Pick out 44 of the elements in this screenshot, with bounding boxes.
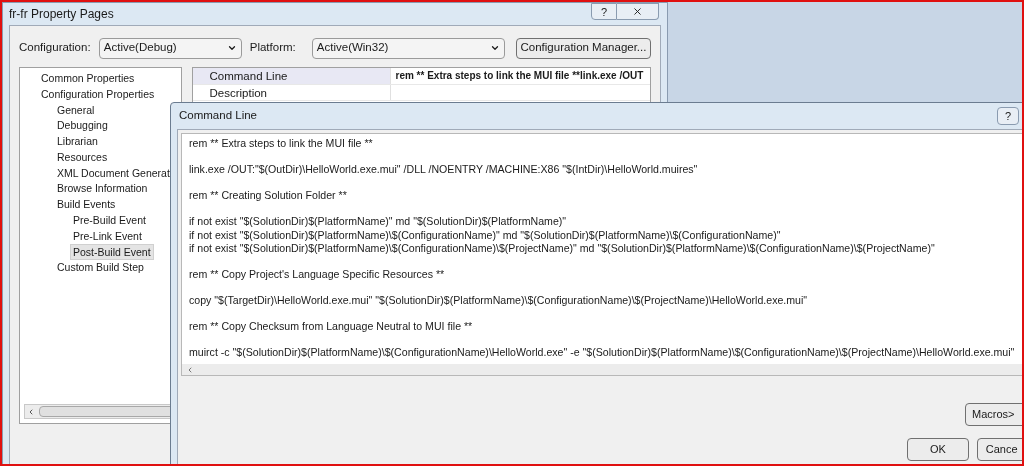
tree-item[interactable]: Pre-Link Event [70,227,145,244]
configuration-dropdown[interactable]: Active(Debug) [98,37,242,59]
command-line-text: if not exist "$(SolutionDir)$(PlatformName)\$(ConfigurationName)" md "$(SolutionDir)$(PlatformName)\$(ConfigurationName)" [189,228,782,242]
tree-item[interactable]: Build Events [54,196,119,213]
window-title: fr-fr Property Pages [9,6,114,23]
platform-label: Platform: [249,40,297,56]
command-line-text: rem ** Copy Project's Language Specific Resources ** [189,268,446,282]
command-line-text: if not exist "$(SolutionDir)$(PlatformName)\$(ConfigurationName)\$(ProjectName)" md "$(SolutionDir)$(PlatformName)\$(ConfigurationName)\$(ProjectName)" [189,242,936,256]
property-name[interactable]: Command Line [193,68,392,84]
platform-dropdown[interactable]: Active(Win32) [311,37,505,59]
cancel-button[interactable]: Cance [976,438,1022,461]
command-text-area[interactable] [181,133,1022,376]
tree-item[interactable]: Librarian [54,133,101,150]
help-button[interactable]: ? [591,3,617,20]
close-button[interactable] [617,3,659,20]
configuration-label: Configuration: [19,40,92,56]
close-icon [632,6,643,17]
tree-item[interactable]: XML Document Generat [54,164,173,181]
command-line-text: rem ** Copy Checksum from Language Neutral to MUI file ** [189,320,474,334]
dialog-title: Command Line [179,108,257,124]
tree-item[interactable]: Browse Information [54,180,151,197]
command-line-text: link.exe /OUT:"$(OutDir)\HelloWorld.exe.mui" /DLL /NOENTRY /MACHINE:X86 "$(IntDir)\HelloWorld.muires" [189,163,699,177]
command-line-text: rem ** Creating Solution Folder ** [189,189,348,203]
tree-item[interactable]: Configuration Properties [38,85,158,102]
help-button[interactable]: ? [997,107,1019,125]
command-line-text: copy "$(TargetDir)\HelloWorld.exe.mui" "$(SolutionDir)$(PlatformName)\$(ConfigurationName)\$(ProjectName)\HelloWorld.exe.mui" [189,294,809,308]
macros-button[interactable]: Macros> [965,403,1022,426]
horizontal-scrollbar[interactable] [182,364,1022,375]
tree-item[interactable]: Post-Build Event [70,243,154,260]
tree-item[interactable]: Resources [54,148,111,165]
ok-button[interactable]: OK [907,438,969,461]
command-line-text: rem ** Extra steps to link the MUI file ** [189,137,374,151]
scroll-left-icon [186,365,194,374]
configuration-manager-button[interactable]: Configuration Manager... [516,37,651,59]
tree-item[interactable]: Debugging [54,117,111,134]
scroll-left-icon [27,407,35,416]
tree-item[interactable]: Common Properties [38,70,138,86]
property-name[interactable]: Description [193,84,392,100]
tree-item[interactable]: Pre-Build Event [70,212,149,229]
tree-item[interactable]: Custom Build Step [54,259,147,276]
tree-item[interactable]: General [54,101,98,118]
command-line-text: if not exist "$(SolutionDir)$(PlatformName)" md "$(SolutionDir)$(PlatformName)" [189,215,568,229]
property-value: rem ** Extra steps to link the MUI file **link.exe /OUT [394,69,644,83]
command-line-text: muirct -c "$(SolutionDir)$(PlatformName)\$(ConfigurationName)\HelloWorld.exe" -e "$(SolutionDir)$(PlatformName)\$(ConfigurationName)\$(ProjectName)\HelloWorld.exe.mui" [189,346,1016,360]
